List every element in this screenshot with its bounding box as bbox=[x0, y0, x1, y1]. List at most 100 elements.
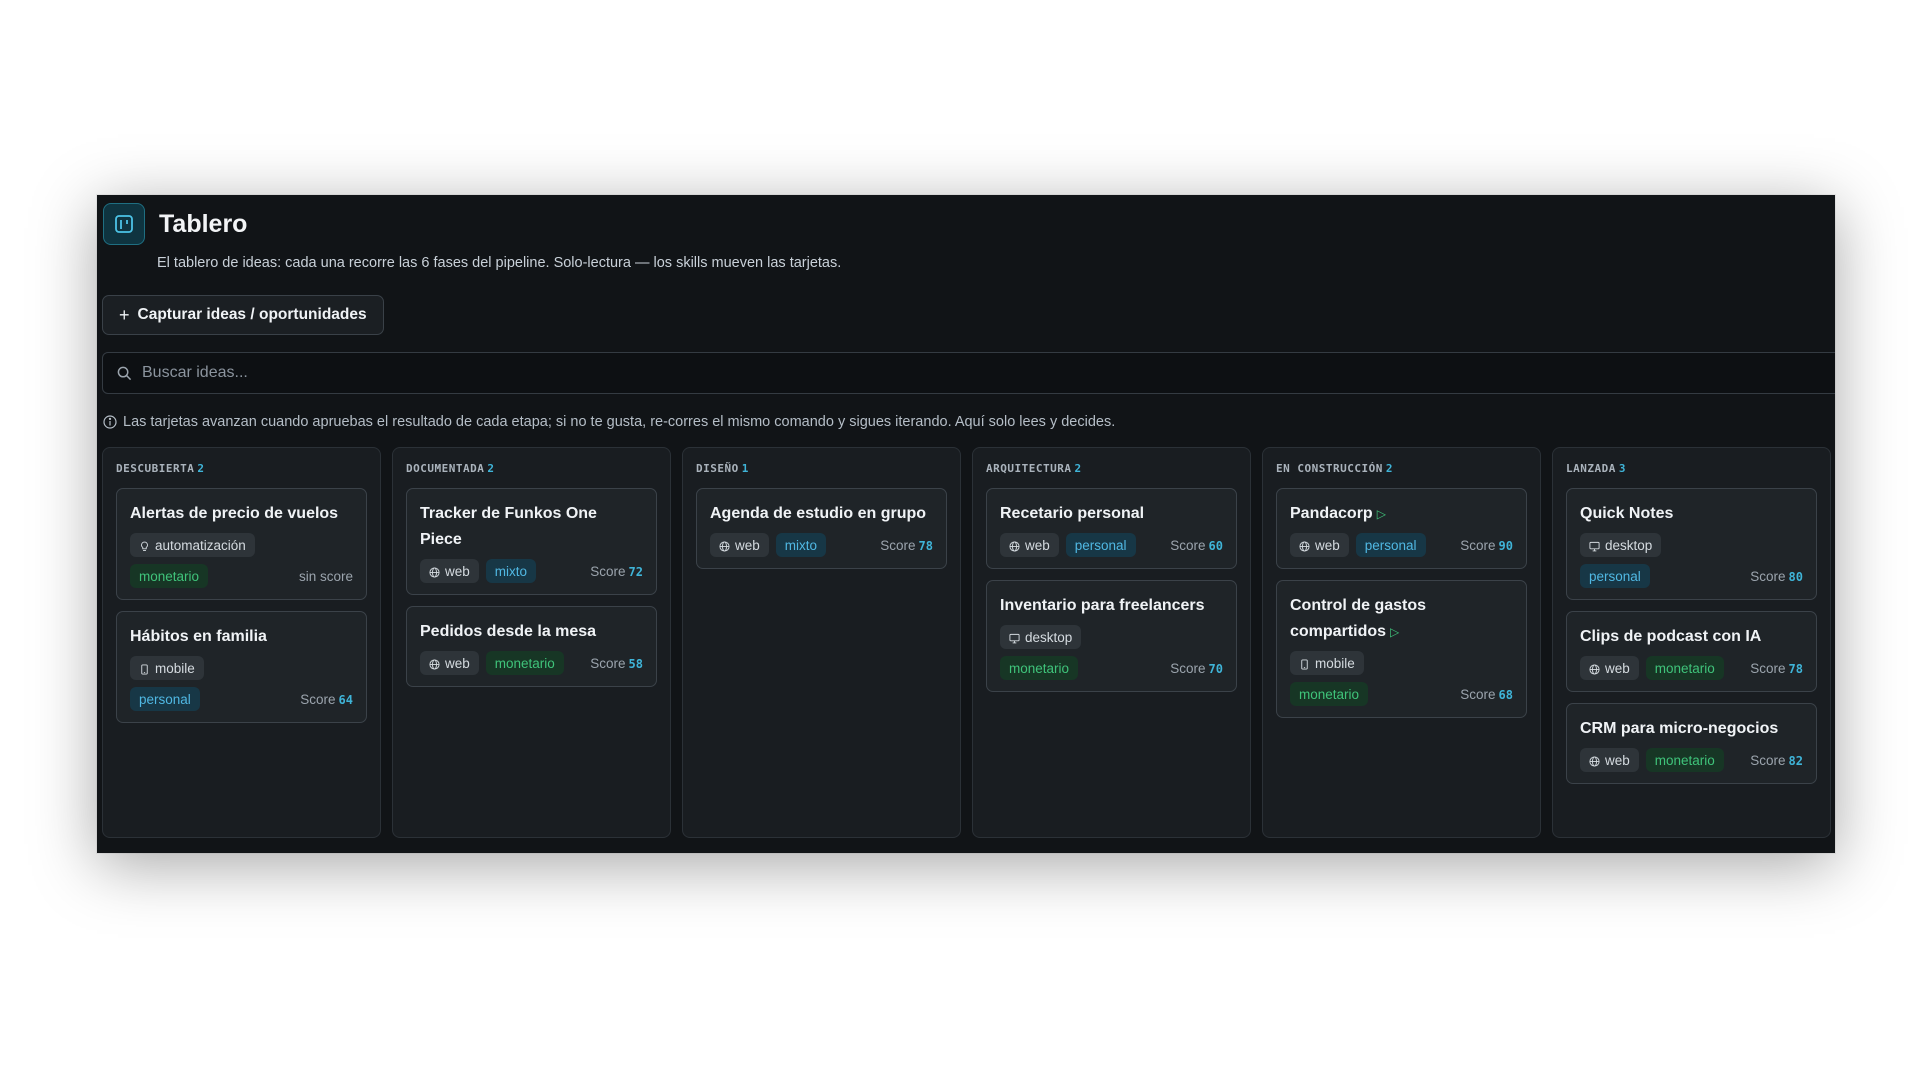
idea-card[interactable]: Control de gastos compartidos ▷ mobile mone… bbox=[1276, 580, 1527, 718]
score-value: 68 bbox=[1498, 688, 1513, 702]
tech-label: web bbox=[1025, 537, 1050, 553]
idea-card[interactable]: Quick Notes desktop personal Score 80 bbox=[1566, 488, 1817, 600]
card-title: Hábitos en familia bbox=[130, 624, 353, 650]
score-value: 80 bbox=[1788, 570, 1803, 584]
card-title-text: Control de gastos compartidos bbox=[1290, 597, 1427, 640]
tech-label: web bbox=[1605, 660, 1630, 676]
idea-card[interactable]: Tracker de Funkos One Piece web mixto Score… bbox=[406, 488, 657, 595]
idea-card[interactable]: Clips de podcast con IA web monetario Score… bbox=[1566, 611, 1817, 692]
page-header: Tablero bbox=[103, 203, 247, 245]
page-subtitle: El tablero de ideas: cada una recorre la… bbox=[157, 255, 842, 271]
phone-icon bbox=[139, 663, 150, 675]
tech-label: automatización bbox=[155, 537, 246, 553]
card-title: Pedidos desde la mesa bbox=[420, 619, 643, 645]
search-bar[interactable] bbox=[102, 352, 1835, 394]
column-name: DESCUBIERTA bbox=[116, 462, 195, 475]
card-title: Inventario para freelancers bbox=[1000, 593, 1223, 619]
globe-icon bbox=[429, 658, 440, 670]
card-tags: web monetario bbox=[1580, 656, 1724, 680]
tech-chip: mobile bbox=[130, 656, 204, 680]
card-score: Score 64 bbox=[300, 692, 353, 711]
board-column: ARQUITECTURA 2 Recetario personal web person… bbox=[972, 447, 1251, 838]
card-meta: web monetario Score 78 bbox=[1580, 656, 1803, 680]
idea-card[interactable]: Pedidos desde la mesa web monetario Score 58 bbox=[406, 606, 657, 687]
globe-icon bbox=[1009, 540, 1020, 552]
score-value: 70 bbox=[1208, 662, 1223, 676]
globe-icon bbox=[719, 540, 730, 552]
search-input[interactable] bbox=[142, 364, 1835, 382]
idea-card[interactable]: Recetario personal web personal Score 60 bbox=[986, 488, 1237, 569]
column-header: LANZADA 3 bbox=[1566, 462, 1817, 475]
card-tags: mobile personal bbox=[130, 656, 204, 711]
card-title-text: Alertas de precio de vuelos bbox=[130, 505, 339, 522]
card-title: CRM para micro-negocios bbox=[1580, 716, 1803, 742]
kanban-board: DESCUBIERTA 2 Alertas de precio de vuelos a… bbox=[102, 447, 1831, 838]
card-tags: mobile monetario bbox=[1290, 651, 1369, 706]
card-title-text: Clips de podcast con IA bbox=[1580, 628, 1762, 645]
score-value: 64 bbox=[338, 693, 353, 707]
column-name: DOCUMENTADA bbox=[406, 462, 485, 475]
globe-icon bbox=[1299, 540, 1310, 552]
idea-card[interactable]: CRM para micro-negocios web monetario Score… bbox=[1566, 703, 1817, 784]
idea-card[interactable]: Agenda de estudio en grupo web mixto Score 7… bbox=[696, 488, 947, 569]
globe-icon bbox=[1589, 663, 1600, 675]
tech-label: mobile bbox=[155, 660, 195, 676]
card-meta: desktop personal Score 80 bbox=[1580, 533, 1803, 588]
score-label: Score bbox=[1170, 538, 1206, 553]
model-chip: mixto bbox=[775, 533, 827, 557]
column-count: 2 bbox=[197, 462, 205, 475]
tech-chip: mobile bbox=[1290, 651, 1364, 675]
card-title-text: Inventario para freelancers bbox=[1000, 597, 1205, 614]
column-name: LANZADA bbox=[1566, 462, 1616, 475]
card-meta: web mixto Score 72 bbox=[420, 559, 643, 583]
card-title: Recetario personal bbox=[1000, 501, 1223, 527]
info-note-text: Las tarjetas avanzan cuando apruebas el … bbox=[123, 414, 1116, 430]
column-header: DESCUBIERTA 2 bbox=[116, 462, 367, 475]
card-tags: web monetario bbox=[1580, 748, 1724, 772]
card-meta: automatización monetario sin score bbox=[130, 533, 353, 588]
board-column: LANZADA 3 Quick Notes desktop personal Score 8… bbox=[1552, 447, 1831, 838]
card-score: Score 58 bbox=[590, 656, 643, 675]
card-score: Score 82 bbox=[1750, 753, 1803, 772]
tech-chip: web bbox=[710, 533, 769, 557]
lightbulb-icon bbox=[139, 540, 150, 551]
score-value: 90 bbox=[1498, 539, 1513, 553]
idea-card[interactable]: Inventario para freelancers desktop moneta… bbox=[986, 580, 1237, 692]
model-chip: monetario bbox=[1645, 656, 1724, 680]
idea-card[interactable]: Hábitos en familia mobile personal Score 64 bbox=[116, 611, 367, 723]
capture-ideas-button[interactable]: + Capturar ideas / oportunidades bbox=[102, 295, 384, 335]
card-title-text: CRM para micro-negocios bbox=[1580, 720, 1779, 737]
idea-card[interactable]: Pandacorp ▷ web personal Score 90 bbox=[1276, 488, 1527, 569]
info-note: Las tarjetas avanzan cuando apruebas el … bbox=[103, 414, 1115, 430]
board-column: DOCUMENTADA 2 Tracker de Funkos One Piece w… bbox=[392, 447, 671, 838]
globe-icon bbox=[429, 566, 440, 578]
card-title: Alertas de precio de vuelos bbox=[130, 501, 353, 527]
tech-chip: web bbox=[1580, 656, 1639, 680]
card-title-text: Agenda de estudio en grupo bbox=[710, 505, 927, 522]
card-title: Quick Notes bbox=[1580, 501, 1803, 527]
tech-label: web bbox=[445, 563, 470, 579]
card-meta: desktop monetario Score 70 bbox=[1000, 625, 1223, 680]
tech-label: mobile bbox=[1315, 655, 1355, 671]
card-score: Score 60 bbox=[1170, 538, 1223, 557]
card-title-text: Quick Notes bbox=[1580, 505, 1674, 522]
score-label: Score bbox=[1750, 753, 1786, 768]
model-chip: mixto bbox=[485, 559, 537, 583]
play-icon: ▷ bbox=[1390, 625, 1400, 639]
card-tags: web personal bbox=[1000, 533, 1136, 557]
model-chip: personal bbox=[1065, 533, 1136, 557]
column-count: 2 bbox=[1074, 462, 1082, 475]
score-label: Score bbox=[1750, 661, 1786, 676]
card-title: Agenda de estudio en grupo bbox=[710, 501, 933, 527]
card-meta: mobile monetario Score 68 bbox=[1290, 651, 1513, 706]
card-tags: web mixto bbox=[710, 533, 827, 557]
column-header: ARQUITECTURA 2 bbox=[986, 462, 1237, 475]
idea-card[interactable]: Alertas de precio de vuelos automatizació… bbox=[116, 488, 367, 600]
board-column: DESCUBIERTA 2 Alertas de precio de vuelos a… bbox=[102, 447, 381, 838]
score-label: Score bbox=[1460, 538, 1496, 553]
tech-label: desktop bbox=[1605, 537, 1653, 553]
tech-label: web bbox=[735, 537, 760, 553]
tech-label: web bbox=[1605, 752, 1630, 768]
card-score: Score 68 bbox=[1460, 687, 1513, 706]
score-value: 78 bbox=[1788, 662, 1803, 676]
